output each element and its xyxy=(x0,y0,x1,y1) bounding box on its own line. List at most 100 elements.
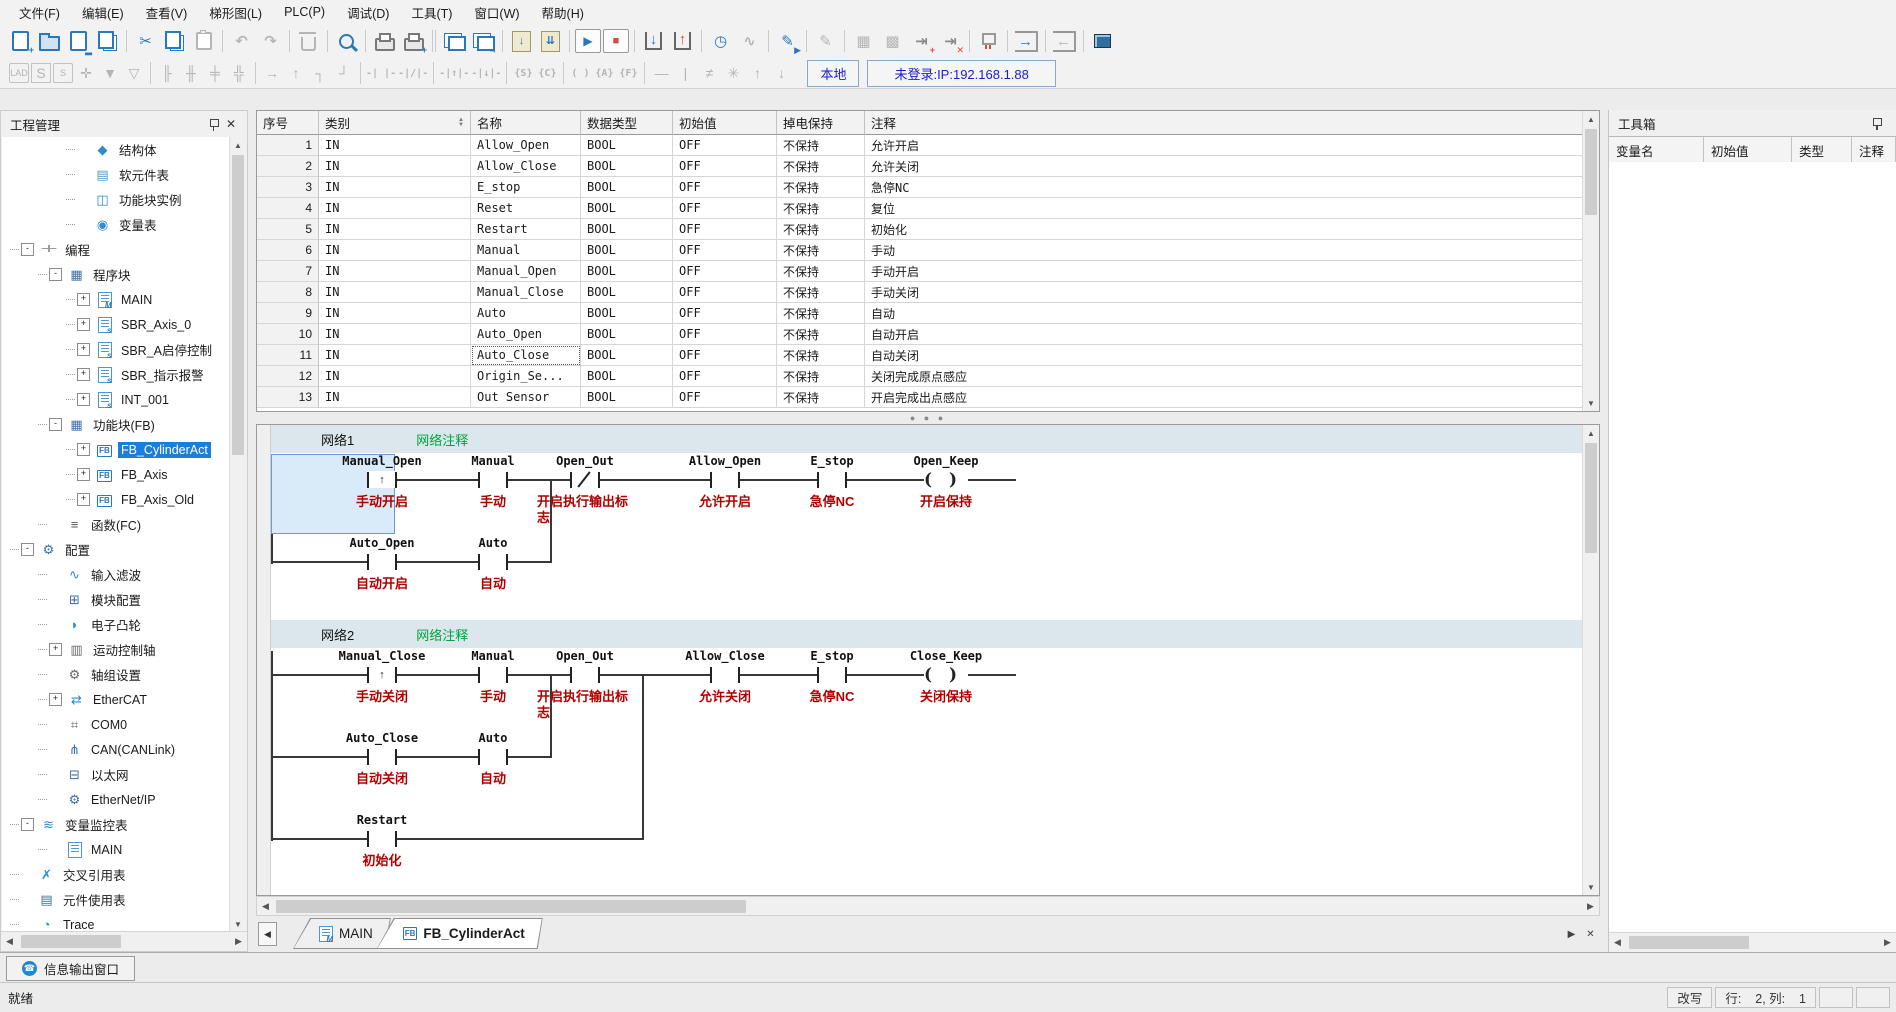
tree-item-sbr_axis_0[interactable]: +sSBR_Axis_0 xyxy=(2,312,246,337)
cell[interactable]: 不保持 xyxy=(777,366,865,387)
cell[interactable]: 不保持 xyxy=(777,135,865,156)
cell[interactable]: 允许关闭 xyxy=(865,156,1584,177)
cell[interactable]: 6 xyxy=(257,240,319,261)
cell[interactable]: Manual xyxy=(471,240,581,261)
cell[interactable]: BOOL xyxy=(581,219,673,240)
scrollbar-thumb[interactable] xyxy=(232,155,244,455)
cell[interactable]: 4 xyxy=(257,198,319,219)
toolbox-column-3[interactable]: 注释 xyxy=(1852,137,1896,163)
scrollbar-thumb[interactable] xyxy=(1585,129,1597,215)
tree-item-trace[interactable]: ◔Trace xyxy=(2,912,246,932)
coil-output-tool[interactable]: ( ) xyxy=(569,62,591,84)
cell[interactable]: IN xyxy=(319,219,471,240)
menu-debug[interactable]: 调试(D) xyxy=(336,0,400,26)
logout-plc-button[interactable]: ← xyxy=(1051,28,1078,54)
login-status-button[interactable]: 未登录:IP:192.168.1.88 xyxy=(867,60,1055,87)
tree-item-main[interactable]: +MMAIN xyxy=(2,287,246,312)
tree-item--fc-[interactable]: ≡函数(FC) xyxy=(2,512,246,537)
expand-icon[interactable]: + xyxy=(77,493,90,506)
coil-set-tool[interactable]: {S} xyxy=(512,62,534,84)
line-corner-up-tool[interactable]: ┘ xyxy=(333,62,355,84)
column-header-0[interactable]: 序号 xyxy=(257,111,319,135)
cell[interactable]: 不保持 xyxy=(777,303,865,324)
close-document-icon[interactable]: ✕ xyxy=(1583,927,1598,942)
cell[interactable]: Allow_Close xyxy=(471,156,581,177)
draw-vline-tool[interactable]: | xyxy=(674,62,696,84)
column-header-3[interactable]: 数据类型 xyxy=(581,111,673,135)
open-project-button[interactable] xyxy=(36,28,63,54)
delete-junction-tool[interactable]: ✳ xyxy=(722,62,744,84)
login-plc-button[interactable]: → xyxy=(1013,28,1040,54)
cell[interactable]: 不保持 xyxy=(777,198,865,219)
tree-vertical-scrollbar[interactable]: ▲ ▼ xyxy=(229,137,246,932)
scroll-down-icon[interactable]: ▼ xyxy=(230,916,246,932)
cell[interactable]: IN xyxy=(319,198,471,219)
expand-icon[interactable]: + xyxy=(77,393,90,406)
insert-row-below-tool[interactable]: ▼ xyxy=(99,62,121,84)
undo-button[interactable]: ↶ xyxy=(228,28,255,54)
draw-hline-tool[interactable]: — xyxy=(650,62,672,84)
scroll-right-icon[interactable]: ▶ xyxy=(1879,934,1896,951)
monitor-button[interactable]: ◷ xyxy=(707,28,734,54)
menu-ladder[interactable]: 梯形图(L) xyxy=(198,0,273,26)
cell[interactable]: Auto_Close xyxy=(471,345,581,366)
cell[interactable]: BOOL xyxy=(581,177,673,198)
ladder-compare-delete-button[interactable]: ▩ xyxy=(879,28,906,54)
print-preview-button[interactable]: + xyxy=(400,28,427,54)
expand-icon[interactable]: + xyxy=(77,293,90,306)
cell[interactable]: 手动 xyxy=(865,240,1584,261)
paste-button[interactable] xyxy=(190,28,217,54)
toolbox-column-0[interactable]: 变量名 xyxy=(1609,137,1704,163)
tree-item-fb_cylinderact[interactable]: +FBFB_CylinderAct xyxy=(2,437,246,462)
pin-icon[interactable] xyxy=(209,118,218,131)
rail-left-tool[interactable]: ╟ xyxy=(156,62,178,84)
column-header-5[interactable]: 掉电保持 xyxy=(777,111,865,135)
tree-item--[interactable]: -▦程序块 xyxy=(2,262,246,287)
tree-item-main[interactable]: MAIN xyxy=(2,837,246,862)
tree-item-fb_axis[interactable]: +FBFB_Axis xyxy=(2,462,246,487)
cell[interactable]: BOOL xyxy=(581,156,673,177)
tree-item--[interactable]: ⊟以太网 xyxy=(2,762,246,787)
collapse-icon[interactable]: - xyxy=(49,418,62,431)
cell[interactable]: OFF xyxy=(673,240,777,261)
trace-button[interactable]: ∿ xyxy=(736,28,763,54)
cell[interactable]: OFF xyxy=(673,324,777,345)
column-header-6[interactable]: 注释 xyxy=(865,111,1584,135)
scrollbar-thumb[interactable] xyxy=(1629,936,1749,949)
cell[interactable]: 12 xyxy=(257,366,319,387)
compile-button[interactable]: ↓ xyxy=(508,28,535,54)
cell[interactable]: 3 xyxy=(257,177,319,198)
cell[interactable]: 7 xyxy=(257,261,319,282)
rail-both-tool[interactable]: ╫ xyxy=(180,62,202,84)
cell[interactable]: BOOL xyxy=(581,345,673,366)
expand-icon[interactable]: + xyxy=(49,693,62,706)
cell[interactable]: Manual_Open xyxy=(471,261,581,282)
delete-network-button[interactable]: ⇥✕ xyxy=(937,28,964,54)
cell[interactable]: BOOL xyxy=(581,135,673,156)
cell[interactable]: 9 xyxy=(257,303,319,324)
ladder-vertical-scrollbar[interactable]: ▲ ▼ xyxy=(1582,425,1599,895)
tree-item--[interactable]: ✗交叉引用表 xyxy=(2,862,246,887)
table-ladder-splitter[interactable]: ● ● ● xyxy=(256,412,1600,424)
cell[interactable]: BOOL xyxy=(581,282,673,303)
cell[interactable]: 复位 xyxy=(865,198,1584,219)
scroll-up-icon[interactable]: ▲ xyxy=(1583,111,1599,127)
scroll-left-icon[interactable]: ◀ xyxy=(257,901,274,912)
cell[interactable]: 不保持 xyxy=(777,240,865,261)
rail-cross-tool[interactable]: ╪ xyxy=(204,62,226,84)
upload-button[interactable]: ↑ xyxy=(669,28,696,54)
cell[interactable]: 不保持 xyxy=(777,282,865,303)
expand-icon[interactable]: + xyxy=(77,443,90,456)
cell[interactable]: 2 xyxy=(257,156,319,177)
tree-item-fb_axis_old[interactable]: +FBFB_Axis_Old xyxy=(2,487,246,512)
tree-item-com0[interactable]: ⌗COM0 xyxy=(2,712,246,737)
tree-item--fb-[interactable]: -▦功能块(FB) xyxy=(2,412,246,437)
print-button[interactable] xyxy=(371,28,398,54)
cell[interactable]: IN xyxy=(319,366,471,387)
scroll-up-icon[interactable]: ▲ xyxy=(1583,425,1599,441)
column-header-2[interactable]: 名称 xyxy=(471,111,581,135)
close-icon[interactable]: ✕ xyxy=(224,117,238,131)
tree-item--[interactable]: ◆结构体 xyxy=(2,137,246,162)
cell[interactable]: 不保持 xyxy=(777,387,865,408)
compile-all-button[interactable]: ⇊ xyxy=(537,28,564,54)
